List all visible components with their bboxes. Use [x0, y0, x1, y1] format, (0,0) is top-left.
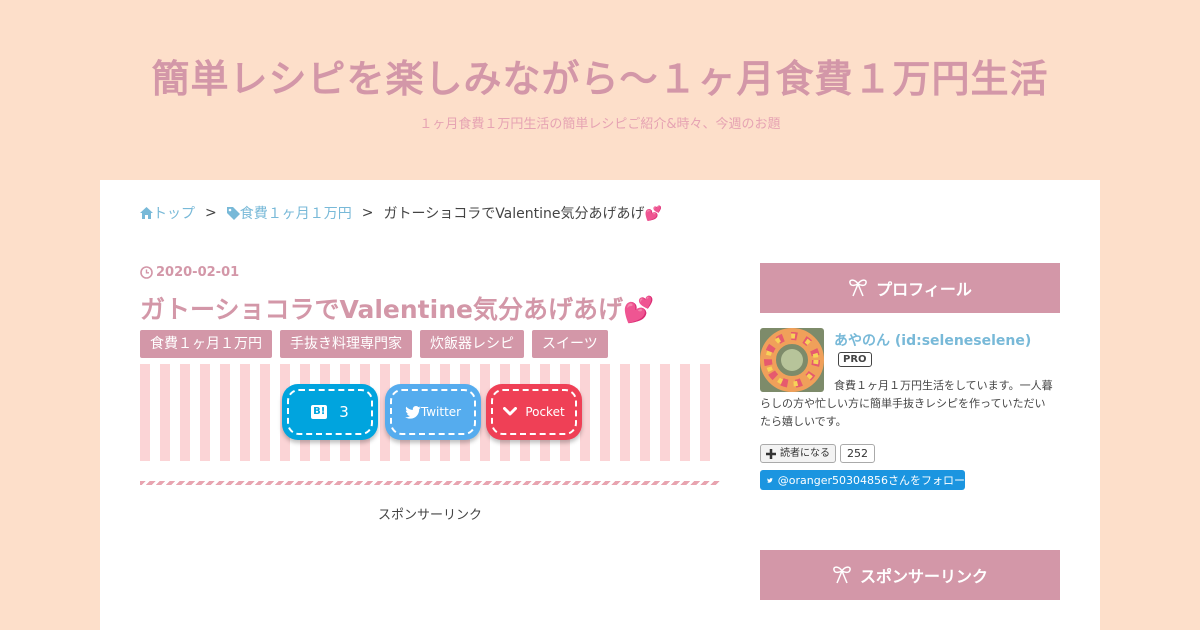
- clock-icon: [140, 266, 153, 279]
- subscribe-button[interactable]: 読者になる: [760, 444, 836, 463]
- breadcrumb-category[interactable]: 食費１ヶ月１万円: [226, 203, 352, 223]
- breadcrumb-current: ガトーショコラでValentine気分あげあげ💕: [383, 206, 662, 222]
- profile-description: 食費１ヶ月１万円生活をしています。一人暮らしの方や忙しい方に簡単手抜きレシピを作…: [760, 379, 1053, 428]
- sponsored-link-label: スポンサーリンク: [377, 508, 482, 523]
- pocket-share-button[interactable]: Pocket: [486, 384, 582, 440]
- share-buttons: B! 3 Twitter Pocket: [140, 364, 720, 461]
- site-description: １ヶ月食費１万円生活の簡単レシピご紹介&時々、今週のお題: [419, 117, 781, 132]
- hatena-bookmark-button[interactable]: B! 3: [282, 384, 378, 440]
- pocket-share-label: Pocket: [525, 405, 565, 419]
- breadcrumb-category-label: 食費１ヶ月１万円: [239, 206, 352, 222]
- profile-name[interactable]: あやのん (id:seleneselene): [834, 330, 1031, 350]
- category-tag[interactable]: スイーツ: [532, 330, 608, 358]
- main-content: トップ > 食費１ヶ月１万円 > ガトーショコラでValentine気分あげあげ…: [100, 180, 1100, 630]
- twitter-share-inner: Twitter: [390, 389, 476, 435]
- breadcrumb-home[interactable]: トップ: [140, 203, 195, 223]
- category-tag[interactable]: 食費１ヶ月１万円: [140, 330, 272, 358]
- category-tag[interactable]: 手抜き料理専門家: [280, 330, 412, 358]
- profile-heading: プロフィール: [760, 263, 1060, 313]
- twitter-icon: [405, 405, 421, 419]
- hatena-bookmark-inner: B! 3: [287, 389, 373, 435]
- breadcrumb-separator: >: [205, 205, 217, 221]
- entry-categories: 食費１ヶ月１万円 手抜き料理専門家 炊飯器レシピ スイーツ: [140, 330, 616, 358]
- ribbon-icon: [849, 279, 867, 297]
- twitter-follow-button[interactable]: @oranger50304856さんをフォロー: [760, 470, 965, 490]
- sponsor-heading-text: スポンサーリンク: [859, 567, 988, 586]
- hatena-bookmark-icon: B!: [311, 405, 328, 419]
- breadcrumb-separator: >: [361, 205, 374, 221]
- pocket-icon: [503, 407, 518, 416]
- twitter-share-label: Twitter: [420, 405, 462, 419]
- entry-date: 2020-02-01: [140, 265, 239, 280]
- breadcrumb: トップ > 食費１ヶ月１万円 > ガトーショコラでValentine気分あげあげ…: [140, 203, 662, 223]
- hatena-bookmark-count: 3: [339, 403, 349, 421]
- entry-date-text: 2020-02-01: [156, 265, 240, 280]
- entry-title[interactable]: ガトーショコラでValentine気分あげあげ💕: [140, 290, 654, 326]
- tag-icon: [226, 206, 240, 220]
- twitter-icon: [767, 477, 773, 483]
- divider: [140, 481, 720, 485]
- category-tag[interactable]: 炊飯器レシピ: [420, 330, 524, 358]
- ribbon-icon: [833, 566, 851, 584]
- pro-badge: PRO: [838, 352, 872, 367]
- subscriber-count: 252: [840, 444, 875, 463]
- twitter-follow-label: @oranger50304856さんをフォロー: [777, 474, 965, 487]
- site-title[interactable]: 簡単レシピを楽しみながら〜１ヶ月食費１万円生活: [0, 48, 1200, 103]
- plus-icon: [766, 448, 776, 459]
- pocket-share-inner: Pocket: [491, 389, 577, 435]
- sponsor-heading: スポンサーリンク: [760, 550, 1060, 600]
- subscribe-button-label: 読者になる: [780, 448, 830, 459]
- breadcrumb-home-label: トップ: [153, 206, 195, 222]
- profile-heading-text: プロフィール: [876, 280, 972, 299]
- home-icon: [140, 207, 153, 219]
- twitter-share-button[interactable]: Twitter: [385, 384, 481, 440]
